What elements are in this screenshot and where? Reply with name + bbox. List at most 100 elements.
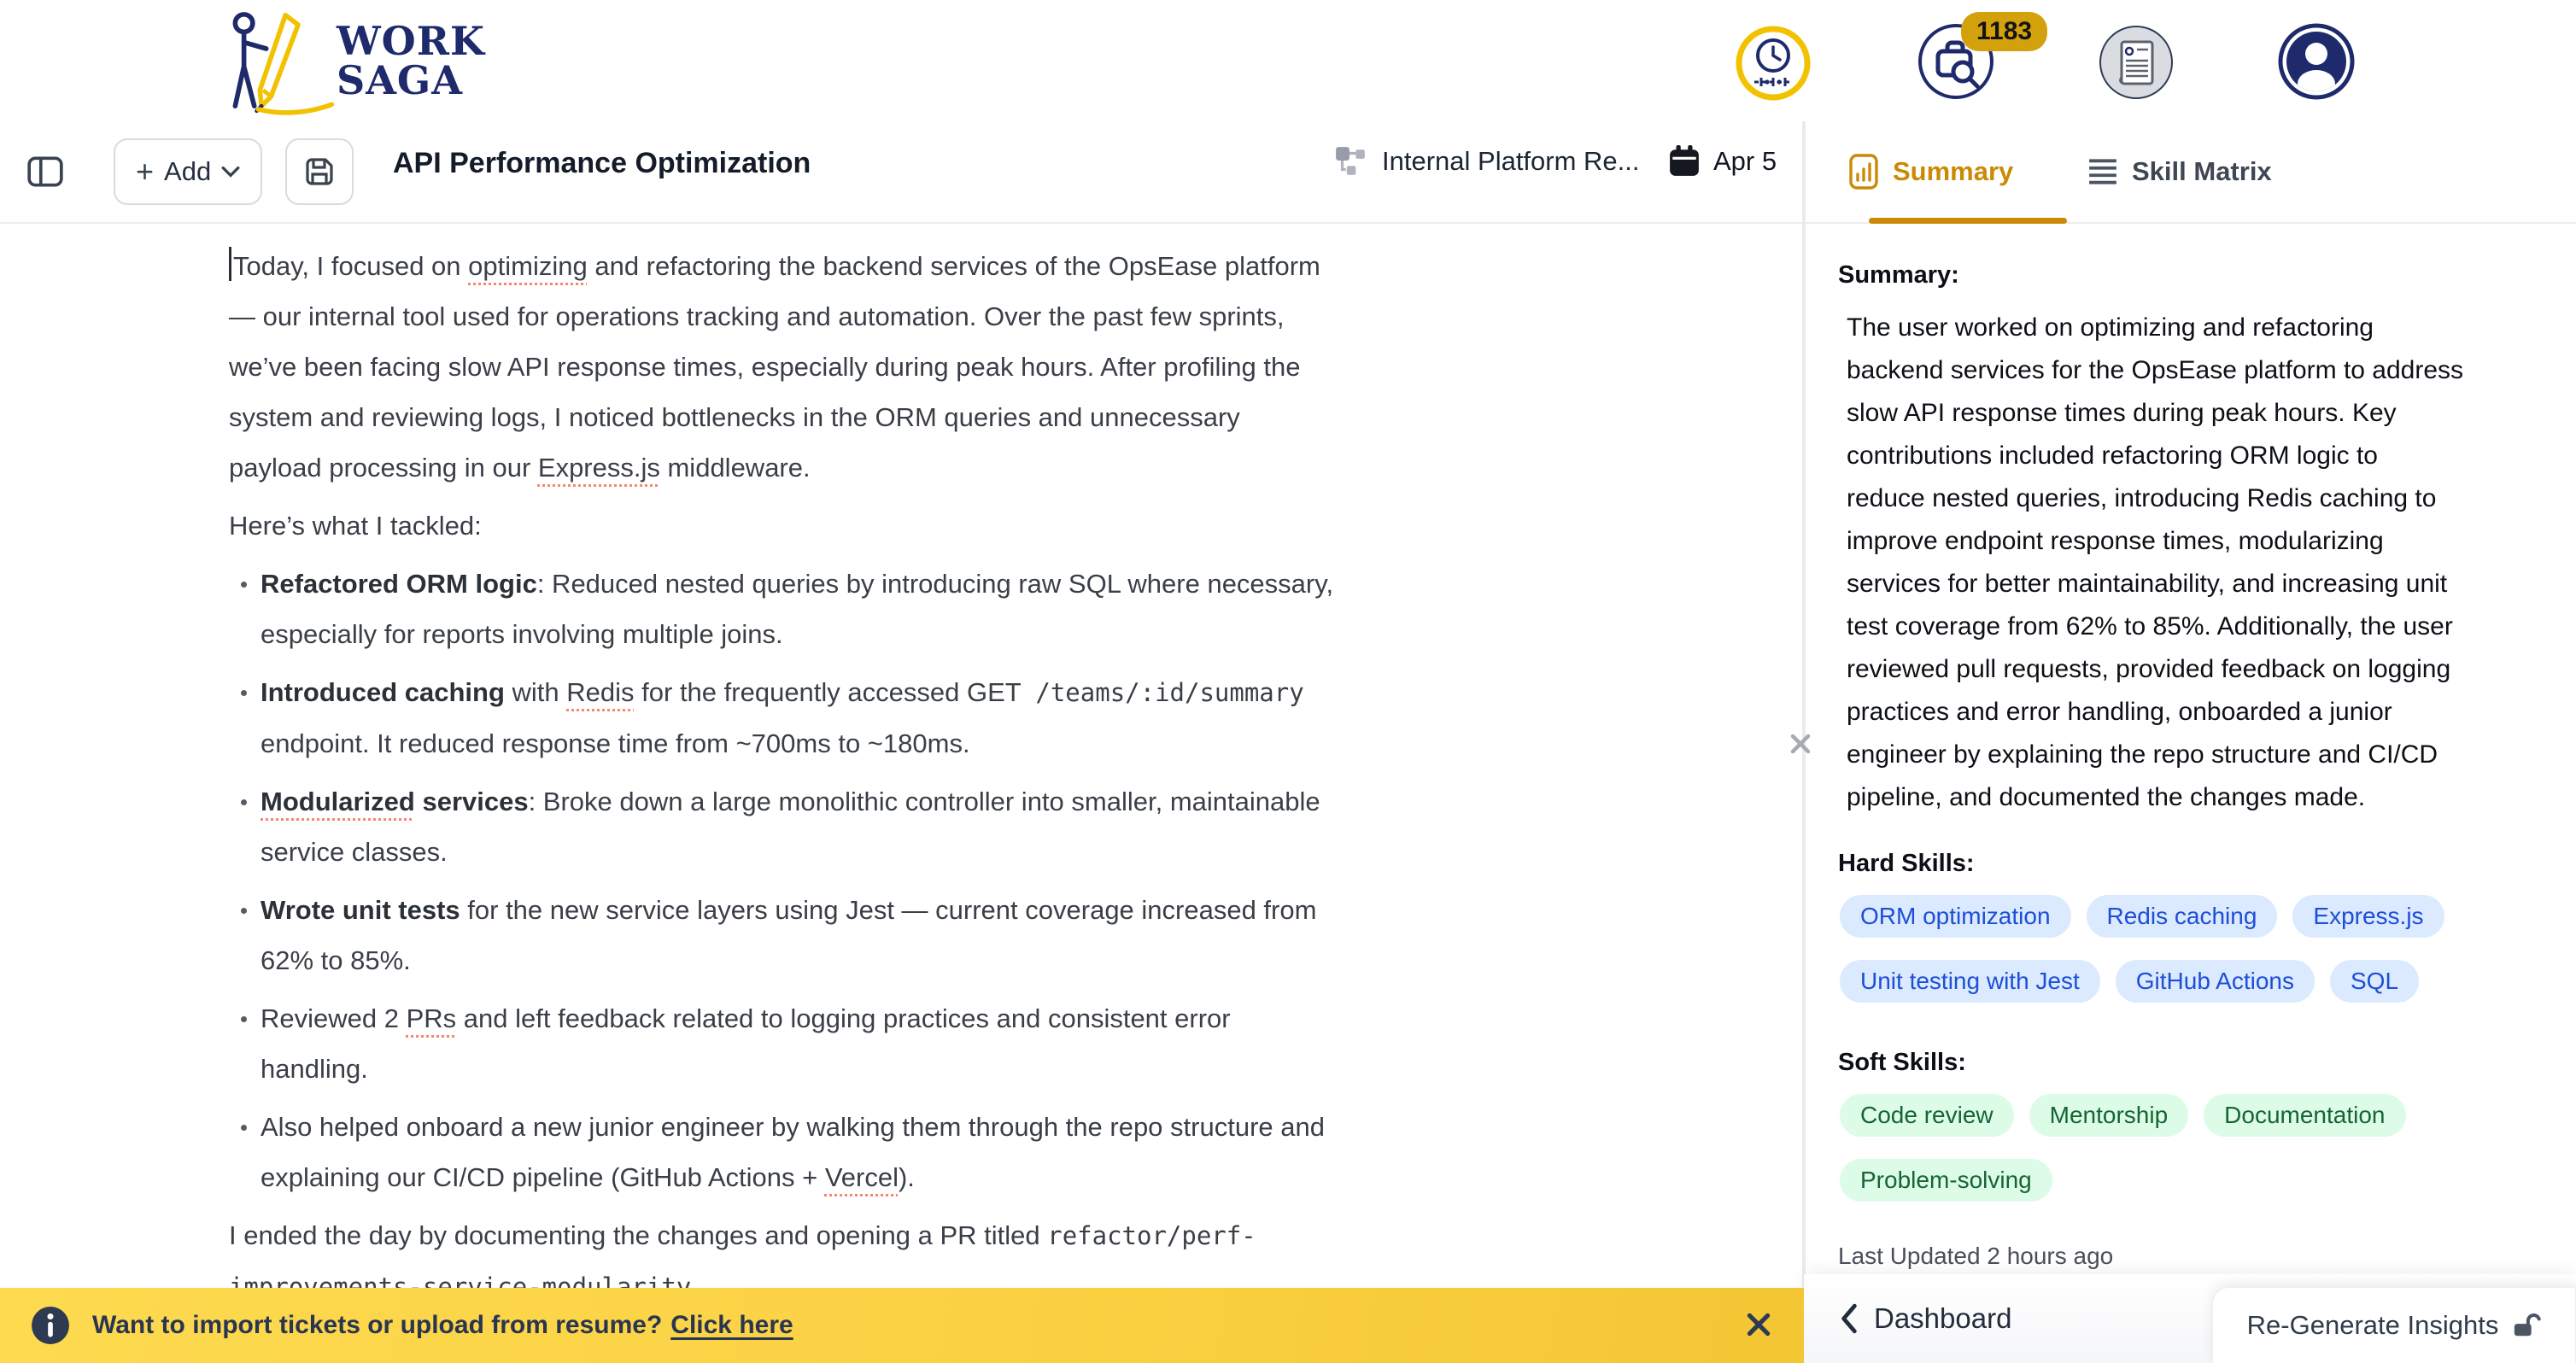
text-segment: endpoint. It reduced response time from … — [261, 728, 970, 758]
active-tab-underline — [1869, 218, 2067, 224]
close-panel-icon — [1785, 728, 1816, 759]
insights-footer: Dashboard Re-Generate Insights — [1804, 1274, 2576, 1363]
text-segment: /teams/:id/summary — [1035, 678, 1303, 707]
soft-skills-chips: Code review Mentorship Documentation Proble… — [1840, 1094, 2554, 1202]
save-icon — [301, 153, 338, 190]
text-segment: optimizing — [468, 251, 588, 281]
bullet-item: Refactored ORM logic: Reduced nested que… — [229, 559, 1642, 659]
date-selector[interactable]: Apr 5 — [1669, 145, 1777, 178]
add-button-label: Add — [164, 156, 211, 187]
account-icon — [2277, 22, 2356, 101]
text-segment: services — [415, 787, 529, 816]
date-value: Apr 5 — [1713, 146, 1777, 177]
text-segment: Today, I focused on — [233, 251, 468, 281]
regenerate-insights-button[interactable]: Re-Generate Insights — [2212, 1287, 2576, 1363]
chevron-down-icon — [221, 166, 240, 178]
regenerate-insights-label: Re-Generate Insights — [2247, 1310, 2499, 1341]
logo-word-work: WORK — [337, 21, 485, 61]
document-title[interactable]: API Performance Optimization — [393, 147, 811, 180]
insights-tabs: Summary Skill Matrix — [1806, 121, 2576, 224]
tab-skill-matrix[interactable]: Skill Matrix — [2087, 121, 2272, 222]
text-cursor — [229, 247, 231, 281]
hard-skill-chip: Redis caching — [2087, 895, 2278, 938]
soft-skills-label: Soft Skills: — [1838, 1049, 2554, 1077]
summary-text: The user worked on optimizing and refact… — [1847, 307, 2554, 819]
info-icon — [31, 1306, 70, 1345]
soft-skill-chip: Code review — [1840, 1094, 2014, 1137]
document-body[interactable]: Today, I focused on optimizing and refac… — [229, 241, 1642, 1320]
panel-collapse-handle[interactable] — [1785, 728, 1816, 763]
unlock-icon — [2512, 1311, 2541, 1340]
timeline-clock-button[interactable] — [1736, 26, 1811, 105]
text-segment: I ended the day by documenting the chang… — [229, 1220, 1047, 1250]
close-icon — [1742, 1308, 1775, 1341]
last-updated-text: Last Updated 2 hours ago — [1838, 1243, 2554, 1270]
hard-skills-label: Hard Skills: — [1838, 850, 2554, 878]
text-segment: Here’s what I tackled: — [229, 511, 482, 541]
bullet-item: Also helped onboard a new junior enginee… — [229, 1102, 1642, 1202]
logo-word-saga: SAGA — [337, 61, 485, 100]
soft-skill-chip: Problem-solving — [1840, 1159, 2052, 1202]
text-segment: Express.js — [538, 453, 660, 483]
banner-link[interactable]: Click here — [670, 1311, 793, 1340]
resume-icon — [2099, 26, 2173, 99]
paragraph: Today, I focused on optimizing and refac… — [229, 241, 1642, 493]
text-segment: ). — [899, 1162, 915, 1192]
list-icon — [2087, 158, 2118, 185]
text-segment: Also helped onboard a new junior enginee… — [261, 1112, 1325, 1192]
summary-content: Summary: The user worked on optimizing a… — [1806, 224, 2576, 1363]
text-segment: middleware. — [660, 453, 811, 483]
logo-wordmark: WORK SAGA — [337, 21, 485, 100]
resume-button[interactable] — [2099, 26, 2173, 103]
bullet-item: Wrote unit tests for the new service lay… — [229, 885, 1642, 986]
text-segment: PRs — [407, 1003, 457, 1033]
bullet-marker — [241, 1125, 247, 1131]
timeline-clock-icon — [1736, 26, 1811, 101]
text-segment: Wrote unit tests — [261, 895, 460, 925]
project-selector[interactable]: Internal Platform Re... — [1334, 145, 1630, 178]
text-segment: Introduced caching — [261, 677, 505, 707]
bullet-marker — [241, 1016, 247, 1022]
tab-summary-label: Summary — [1893, 156, 2013, 187]
ticket-count-badge: 1183 — [1961, 12, 2047, 51]
tab-skill-matrix-label: Skill Matrix — [2132, 156, 2272, 187]
app-header: WORK SAGA 1183 — [0, 0, 2576, 123]
tab-summary[interactable]: Summary — [1848, 121, 2013, 222]
import-banner: Want to import tickets or upload from re… — [0, 1288, 1804, 1363]
banner-text: Want to import tickets or upload from re… — [92, 1311, 662, 1340]
hard-skill-chip: GitHub Actions — [2116, 960, 2315, 1003]
app-window: WORK SAGA 1183 — [0, 0, 2576, 1363]
paragraph: Here’s what I tackled: — [229, 500, 1642, 551]
editor-toolbar: + Add API Performance Optimization Inter… — [0, 121, 1804, 224]
soft-skill-chip: Documentation — [2204, 1094, 2405, 1137]
text-segment: Redis — [566, 677, 634, 707]
summary-chart-icon — [1848, 153, 1879, 190]
dashboard-back-link[interactable]: Dashboard — [1840, 1274, 2011, 1363]
soft-skill-chip: Mentorship — [2029, 1094, 2189, 1137]
bullet-marker — [241, 799, 247, 805]
text-segment: and refactoring the backend services of … — [229, 251, 1320, 483]
panel-left-icon — [26, 152, 65, 191]
bullet-item: Reviewed 2 PRs and left feedback related… — [229, 993, 1642, 1094]
hierarchy-icon — [1334, 145, 1367, 178]
chevron-left-icon — [1840, 1303, 1859, 1334]
add-button[interactable]: + Add — [114, 138, 262, 205]
plus-icon: + — [136, 154, 154, 190]
project-name: Internal Platform Re... — [1382, 146, 1630, 177]
text-segment: with — [505, 677, 566, 707]
banner-close-button[interactable] — [1742, 1308, 1775, 1345]
dashboard-back-label: Dashboard — [1874, 1302, 2011, 1335]
text-segment: Modularized — [261, 787, 415, 816]
hard-skill-chip: ORM optimization — [1840, 895, 2071, 938]
sidebar-toggle-button[interactable] — [26, 152, 65, 191]
account-button[interactable] — [2277, 22, 2356, 105]
insights-panel: Summary Skill Matrix Summary: The user w… — [1806, 121, 2576, 1363]
calendar-icon — [1669, 145, 1700, 178]
bullet-item: Modularized services: Broke down a large… — [229, 776, 1642, 877]
text-segment: Refactored ORM logic — [261, 569, 537, 599]
worksaga-logo[interactable]: WORK SAGA — [215, 3, 485, 118]
text-segment: Reviewed 2 — [261, 1003, 407, 1033]
summary-label: Summary: — [1838, 261, 2554, 290]
text-segment: for the frequently accessed GET — [635, 677, 1036, 707]
save-button[interactable] — [285, 138, 354, 205]
